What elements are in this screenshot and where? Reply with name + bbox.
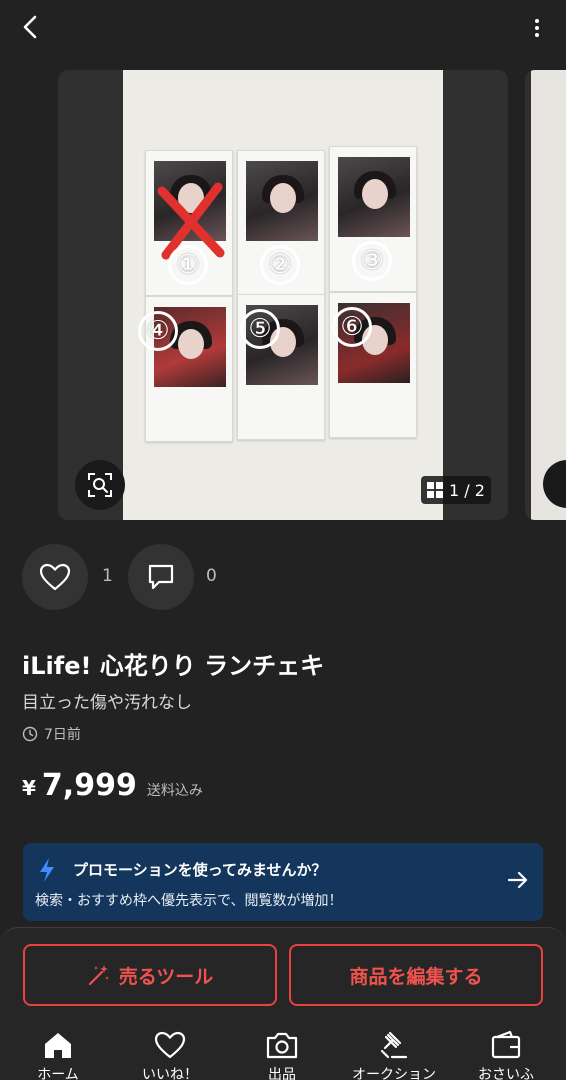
cheki-photo-5: ⑤ xyxy=(237,294,325,440)
comment-button[interactable] xyxy=(128,544,194,610)
more-vertical-icon xyxy=(535,19,539,23)
photo-number: ① xyxy=(168,245,208,285)
product-photo[interactable]: ① ② ③ ④ ⑤ ⑥ xyxy=(123,70,443,520)
camera-icon xyxy=(266,1032,298,1059)
currency-symbol: ¥ xyxy=(22,776,36,800)
photo-number: ⑥ xyxy=(332,307,372,347)
tab-label: 出品 xyxy=(268,1067,296,1080)
product-title: iLife! 心花りり ランチェキ xyxy=(22,652,325,680)
cheki-photo-3: ③ xyxy=(329,146,417,292)
price-amount: 7,999 xyxy=(41,768,137,803)
promotion-banner[interactable]: プロモーションを使ってみませんか？ 検索・おすすめ枠へ優先表示で、閲覧数が増加！ xyxy=(23,843,543,921)
tab-label: おさいふ xyxy=(478,1067,534,1080)
price: ¥ 7,999 送料込み xyxy=(22,768,203,803)
home-icon xyxy=(45,1033,71,1058)
promotion-title: プロモーションを使ってみませんか？ xyxy=(73,861,327,879)
sell-tool-button[interactable]: 売るツール xyxy=(23,944,277,1006)
heart-outline-icon xyxy=(39,563,71,591)
posted-time: 7日前 xyxy=(22,724,81,744)
wallet-icon xyxy=(491,1030,521,1059)
photo-number: ④ xyxy=(138,311,178,351)
tab-wallet[interactable]: おさいふ xyxy=(456,1030,556,1080)
chevron-left-icon xyxy=(23,15,37,39)
heart-icon xyxy=(154,1031,186,1059)
cheki-photo-2: ② xyxy=(237,150,325,296)
shipping-label: 送料込み xyxy=(146,783,203,799)
promotion-description: 検索・おすすめ枠へ優先表示で、閲覧数が増加！ xyxy=(35,893,343,909)
back-button[interactable] xyxy=(14,10,48,44)
cheki-photo-6: ⑥ xyxy=(329,292,417,438)
engagement-row: 1 0 xyxy=(22,544,322,610)
edit-product-label: 商品を編集する xyxy=(349,965,483,988)
photo-number: ⑤ xyxy=(240,309,280,349)
top-bar xyxy=(0,0,566,58)
grid-icon xyxy=(427,482,444,498)
sell-tool-label: 売るツール xyxy=(118,965,214,988)
gavel-icon xyxy=(380,1031,408,1059)
bottom-tab-bar: ホーム いいね！ 出品 オークション おさいふ xyxy=(0,1024,566,1080)
arrow-right-icon xyxy=(507,871,528,889)
product-condition: 目立った傷や汚れなし xyxy=(22,693,192,713)
tab-home[interactable]: ホーム xyxy=(8,1030,108,1080)
image-carousel[interactable]: ① ② ③ ④ ⑤ ⑥ xyxy=(58,70,508,520)
like-count: 1 xyxy=(102,566,113,586)
clock-icon xyxy=(22,726,38,742)
more-options-button[interactable] xyxy=(530,14,544,42)
tab-auction[interactable]: オークション xyxy=(344,1030,444,1080)
next-image-preview[interactable] xyxy=(525,70,566,520)
photo-number: ② xyxy=(260,245,300,285)
image-counter[interactable]: 1 / 2 xyxy=(421,476,491,504)
comment-icon xyxy=(148,564,174,590)
tab-likes[interactable]: いいね！ xyxy=(120,1030,220,1080)
image-counter-text: 1 / 2 xyxy=(449,480,485,500)
cheki-photo-4: ④ xyxy=(138,296,233,442)
tab-sell[interactable]: 出品 xyxy=(232,1030,332,1080)
image-search-button[interactable] xyxy=(75,460,125,510)
posted-time-text: 7日前 xyxy=(44,727,81,743)
cheki-photo-1: ① xyxy=(145,150,233,296)
handwritten-note xyxy=(248,413,318,427)
magic-wand-icon xyxy=(88,965,109,986)
edit-product-button[interactable]: 商品を編集する xyxy=(289,944,543,1006)
like-button[interactable] xyxy=(22,544,88,610)
handwritten-note xyxy=(156,415,226,429)
tab-label: オークション xyxy=(352,1067,436,1080)
comment-count: 0 xyxy=(206,566,217,586)
tab-label: ホーム xyxy=(37,1067,79,1080)
photo-number: ③ xyxy=(352,241,392,281)
image-search-icon xyxy=(88,473,112,497)
lightning-icon xyxy=(40,858,54,882)
tab-label: いいね！ xyxy=(142,1067,198,1080)
